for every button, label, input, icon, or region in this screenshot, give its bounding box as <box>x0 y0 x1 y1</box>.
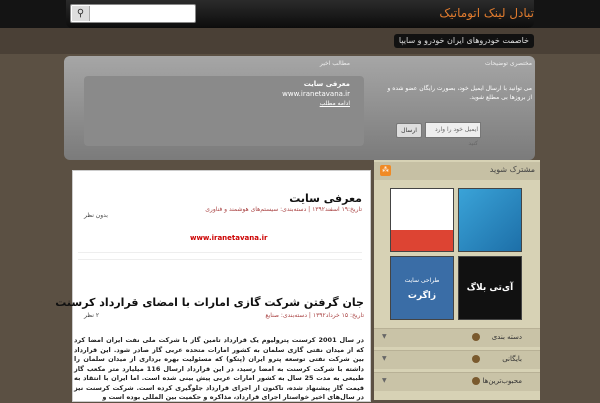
news-heading: مختصری توضیحات <box>484 60 532 67</box>
post-title[interactable]: جان گرفتن شرکت گازی امارات با امضای قرار… <box>55 296 364 309</box>
nav-label: بایگانی <box>502 355 522 363</box>
subscribe-button[interactable]: ارسال <box>396 123 422 138</box>
rss-icon[interactable]: ⁂ <box>380 165 391 176</box>
banner-brand: زاگرت <box>407 291 437 301</box>
banner-brand: آی‌تی بلاگ <box>466 283 514 293</box>
nav-label: دسته بندی <box>491 333 522 341</box>
chevron-icon: ▼ <box>382 333 387 340</box>
chevron-icon: ▼ <box>382 355 387 362</box>
email-field[interactable]: ایمیل خود را وارد کنید <box>425 122 481 147</box>
site-title[interactable]: تبادل لینک اتوماتیک <box>439 6 534 20</box>
nav-label: محبوب‌ترین‌ها <box>482 377 523 385</box>
post-body: در سال 2001 کرسنت پترولیوم یک قرارداد تا… <box>74 336 364 401</box>
sidebar-banner-bottom-left[interactable]: طراحی سایت زاگرت <box>390 256 454 320</box>
comments-count[interactable]: ۲ نظر <box>84 312 99 319</box>
post-meta: تاریخ: ۱۵ خرداد۱۳۹۲ | دسته‌بندی: صنایع <box>265 312 364 319</box>
popular-icon <box>472 377 480 385</box>
search-icon[interactable]: ⚲ <box>72 6 90 21</box>
archive-icon <box>472 355 480 363</box>
post-link[interactable]: www.iranetavana.ir <box>190 234 268 242</box>
nav-item[interactable]: خاصمت خودروهای ایران خودرو و سایپا <box>393 34 534 48</box>
sidebar-banner-bottom-right[interactable]: آی‌تی بلاگ <box>458 256 522 320</box>
sidebar-banner[interactable] <box>458 188 522 252</box>
divider <box>78 252 362 260</box>
chevron-icon: ▼ <box>382 377 387 384</box>
recent-heading: مطالب اخیر <box>319 60 350 67</box>
post-title[interactable]: معرفی سایت <box>289 192 362 205</box>
sidebar-banner[interactable] <box>390 188 454 252</box>
search-input[interactable]: ⚲ <box>70 4 196 23</box>
category-icon <box>472 333 480 341</box>
comments-count[interactable]: بدون نظر <box>84 212 108 219</box>
recent-title[interactable]: معرفی سایت <box>304 80 350 88</box>
read-more-link[interactable]: ادامه مطلب <box>320 100 350 107</box>
newsletter-text: می توانید با ارسال ایمیل خود، بصورت رایگ… <box>387 85 532 101</box>
banner-text: طراحی سایت <box>404 277 440 284</box>
recent-url: www.iranetavana.ir <box>282 90 350 98</box>
share-title: مشترک شوید <box>489 165 535 174</box>
post-meta: تاریخ:۱۹ اسفند۱۳۹۲ | دسته‌بندی: سیستم‌ها… <box>205 206 362 213</box>
